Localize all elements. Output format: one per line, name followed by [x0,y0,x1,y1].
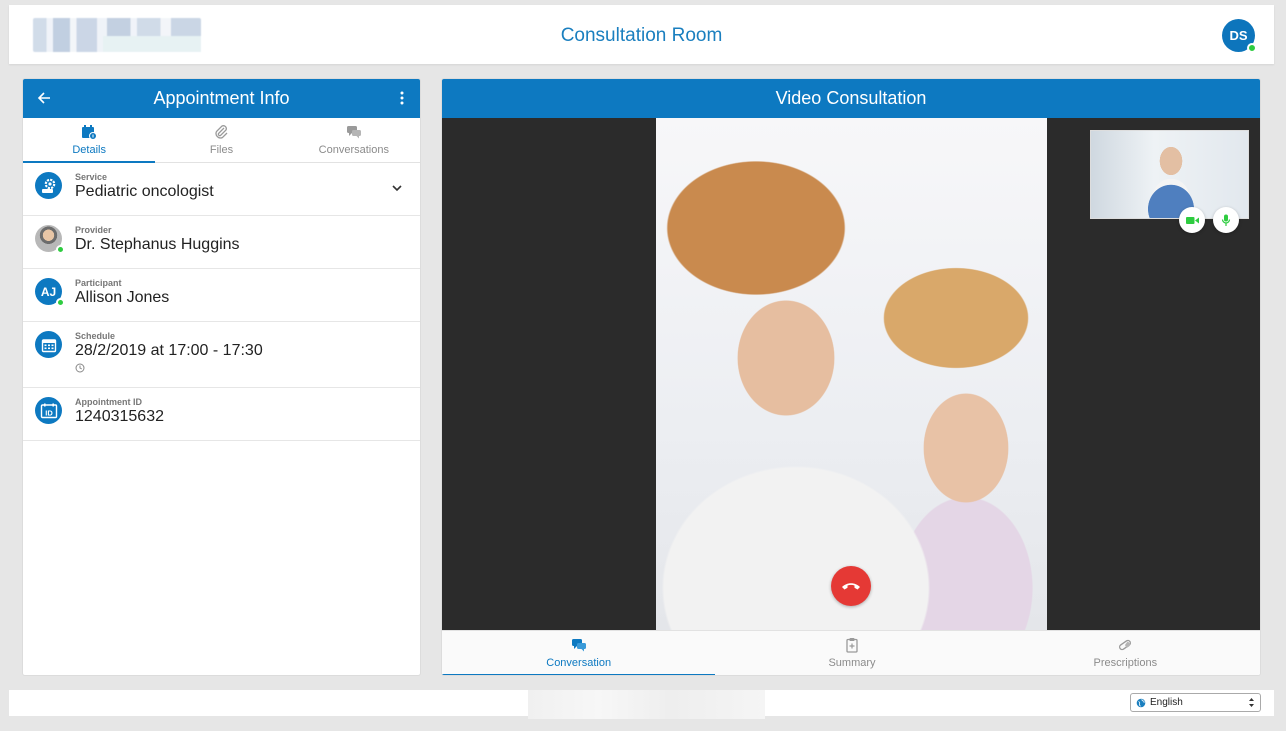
video-consultation-header: Video Consultation [442,79,1260,118]
participant-row: AJ Participant Allison Jones [23,269,420,322]
tab-files[interactable]: Files [155,118,287,162]
online-status-dot [1247,43,1257,53]
camera-toggle-button[interactable] [1179,207,1205,233]
tab-details[interactable]: Details [23,118,156,163]
tab-prescriptions[interactable]: Prescriptions [989,631,1260,675]
video-consultation-title: Video Consultation [775,88,927,108]
more-options-icon[interactable] [394,87,410,109]
schedule-value: 28/2/2019 at 17:00 - 17:30 [75,342,263,359]
schedule-row: Schedule 28/2/2019 at 17:00 - 17:30 [23,322,420,388]
tab-summary[interactable]: Summary [715,631,988,675]
appointment-id-row: ID Appointment ID 1240315632 [23,388,420,441]
page-title: Consultation Room [560,25,723,46]
tab-prescriptions-label: Prescriptions [1093,657,1158,669]
svg-text:ID: ID [45,408,53,417]
tab-conversation[interactable]: Conversation [442,631,716,675]
appointment-info-panel: Appointment Info Details Files Conversat… [22,78,421,676]
remote-video-stream [656,118,1047,632]
schedule-label: Schedule [75,331,116,341]
provider-value: Dr. Stephanus Huggins [75,236,240,253]
microphone-toggle-button[interactable] [1213,207,1239,233]
appointment-tabs: Details Files Conversations [23,118,420,163]
consultation-tabs: Conversation Summary Prescriptions [442,630,1260,675]
service-value: Pediatric oncologist [75,183,214,200]
microphone-icon [1221,214,1231,226]
participant-initials: AJ [40,284,57,299]
participant-avatar: AJ [35,278,65,307]
provider-row: Provider Dr. Stephanus Huggins [23,216,420,269]
chat-bubbles-icon [346,126,361,139]
appointment-id-value: 1240315632 [75,408,164,425]
calendar-icon [35,331,62,358]
provider-avatar [35,225,65,254]
clipboard-icon [846,638,858,653]
service-row[interactable]: Service Pediatric oncologist [23,163,420,216]
id-card-icon: ID [35,397,62,424]
user-initials: DS [1229,28,1248,43]
pill-icon [1119,639,1132,651]
user-avatar[interactable]: DS [1222,19,1257,53]
hang-up-phone-icon [842,583,860,590]
provider-label: Provider [75,225,112,235]
language-value: English [1150,697,1183,708]
participant-online-dot [56,298,65,307]
appointment-info-header: Appointment Info [23,79,420,118]
service-label: Service [75,172,108,182]
tab-summary-label: Summary [828,657,876,669]
globe-icon [1136,698,1146,707]
top-header: Consultation Room DS [9,5,1274,64]
tab-conversations-label: Conversations [318,144,389,156]
appointment-info-title: Appointment Info [153,88,290,108]
end-call-button[interactable] [831,566,871,606]
participant-value: Allison Jones [75,289,170,306]
participant-label: Participant [75,278,122,288]
chat-bubbles-icon [571,639,586,652]
service-gear-icon [35,172,62,199]
appointment-id-label: Appointment ID [75,397,142,407]
video-consultation-panel: Video Consultation Conversation Summary … [441,78,1261,676]
back-arrow-icon[interactable] [33,87,55,109]
select-arrows-icon [1249,698,1254,707]
paperclip-icon [215,125,228,139]
tab-conversation-label: Conversation [546,657,612,669]
provider-online-dot [56,245,65,254]
tab-conversations[interactable]: Conversations [288,118,420,162]
calendar-info-icon [82,125,98,140]
tab-details-label: Details [72,144,106,156]
video-area [442,118,1260,632]
tab-files-label: Files [209,144,234,156]
footer-branding [528,690,765,719]
chevron-down-icon[interactable] [390,181,404,195]
local-video-preview[interactable] [1090,130,1249,219]
video-camera-icon [1185,216,1199,224]
clock-icon [75,363,85,373]
footer: English [9,690,1274,719]
language-select[interactable]: English [1130,693,1261,712]
